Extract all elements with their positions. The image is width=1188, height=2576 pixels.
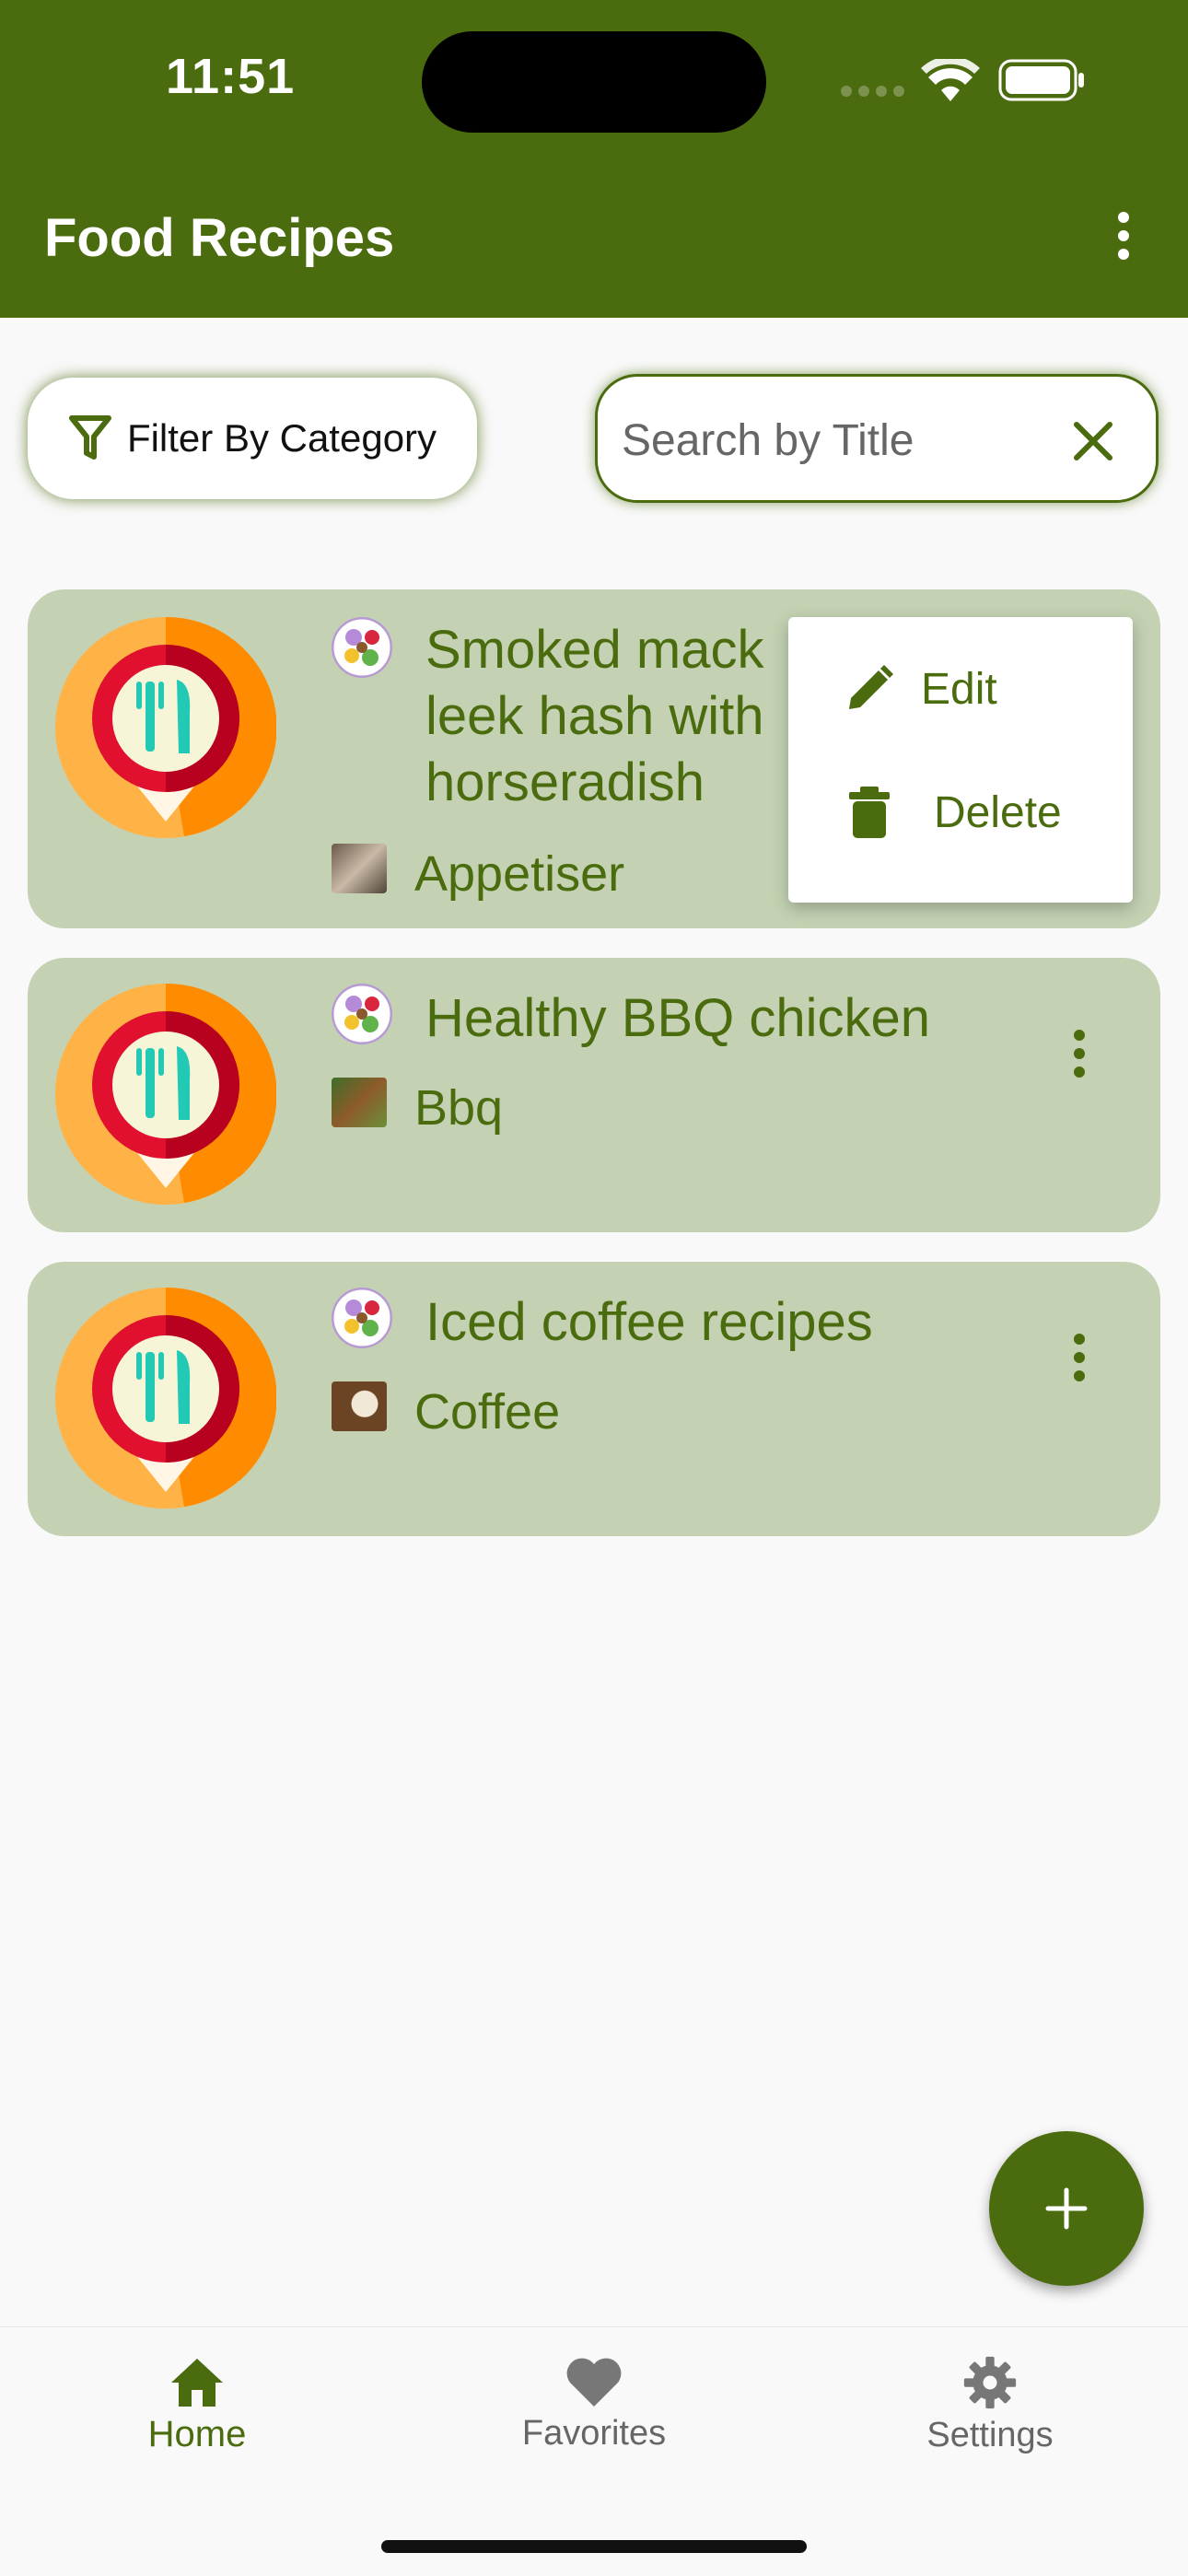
category-label: Bbq (414, 1080, 504, 1136)
nav-home-label: Home (147, 2414, 247, 2454)
add-recipe-button[interactable] (989, 2131, 1144, 2286)
nav-favorites[interactable]: Favorites (456, 2355, 732, 2454)
bottom-navigation: Home Favorites Settings (0, 2326, 1188, 2576)
filter-by-category-button[interactable]: Filter By Category (28, 378, 477, 499)
recipe-card[interactable]: Healthy BBQ chicken Bbq (28, 958, 1160, 1232)
nav-settings[interactable]: Settings (852, 2355, 1128, 2455)
wifi-icon (921, 59, 980, 101)
more-options-icon[interactable] (1061, 1334, 1098, 1389)
recipe-thumbnail (332, 1288, 392, 1348)
page-title: Food Recipes (44, 208, 395, 268)
home-icon (171, 2359, 223, 2407)
edit-menu-item[interactable]: Edit (844, 663, 997, 715)
restaurant-pin-icon (55, 617, 276, 838)
category-image (332, 1381, 387, 1431)
restaurant-pin-icon (55, 984, 276, 1205)
gear-icon (963, 2356, 1017, 2409)
recipe-thumbnail (332, 617, 392, 678)
heart-icon (566, 2358, 622, 2407)
search-field[interactable] (595, 374, 1159, 503)
nav-favorites-label: Favorites (521, 2414, 667, 2453)
dynamic-island (422, 31, 766, 133)
filter-icon (68, 415, 111, 460)
more-options-icon[interactable] (1061, 1030, 1098, 1085)
close-icon[interactable] (1071, 419, 1115, 463)
delete-label: Delete (934, 787, 1062, 837)
search-input[interactable] (620, 402, 1029, 478)
edit-label: Edit (921, 664, 997, 714)
status-time: 11:51 (166, 49, 296, 104)
battery-icon (998, 59, 1084, 101)
category-label: Appetiser (414, 846, 625, 902)
recipe-card[interactable]: Iced coffee recipes Coffee (28, 1262, 1160, 1536)
plus-icon (1045, 2187, 1088, 2230)
context-menu: Edit Delete (788, 617, 1133, 903)
nav-home[interactable]: Home (59, 2355, 335, 2455)
more-options-icon[interactable] (1105, 212, 1142, 267)
recipe-title: Healthy BBQ chicken (425, 988, 931, 1048)
category-label: Coffee (414, 1384, 561, 1440)
category-image (332, 1078, 387, 1127)
category-image (332, 844, 387, 893)
filter-label: Filter By Category (126, 416, 437, 460)
pencil-icon (849, 665, 893, 709)
signal-icon (841, 86, 904, 97)
delete-menu-item[interactable]: Delete (844, 785, 1062, 840)
nav-settings-label: Settings (926, 2416, 1054, 2454)
restaurant-pin-icon (55, 1288, 276, 1509)
home-indicator (381, 2540, 807, 2553)
trash-icon (849, 787, 890, 838)
recipe-title: Iced coffee recipes (425, 1292, 873, 1352)
recipe-thumbnail (332, 984, 392, 1044)
